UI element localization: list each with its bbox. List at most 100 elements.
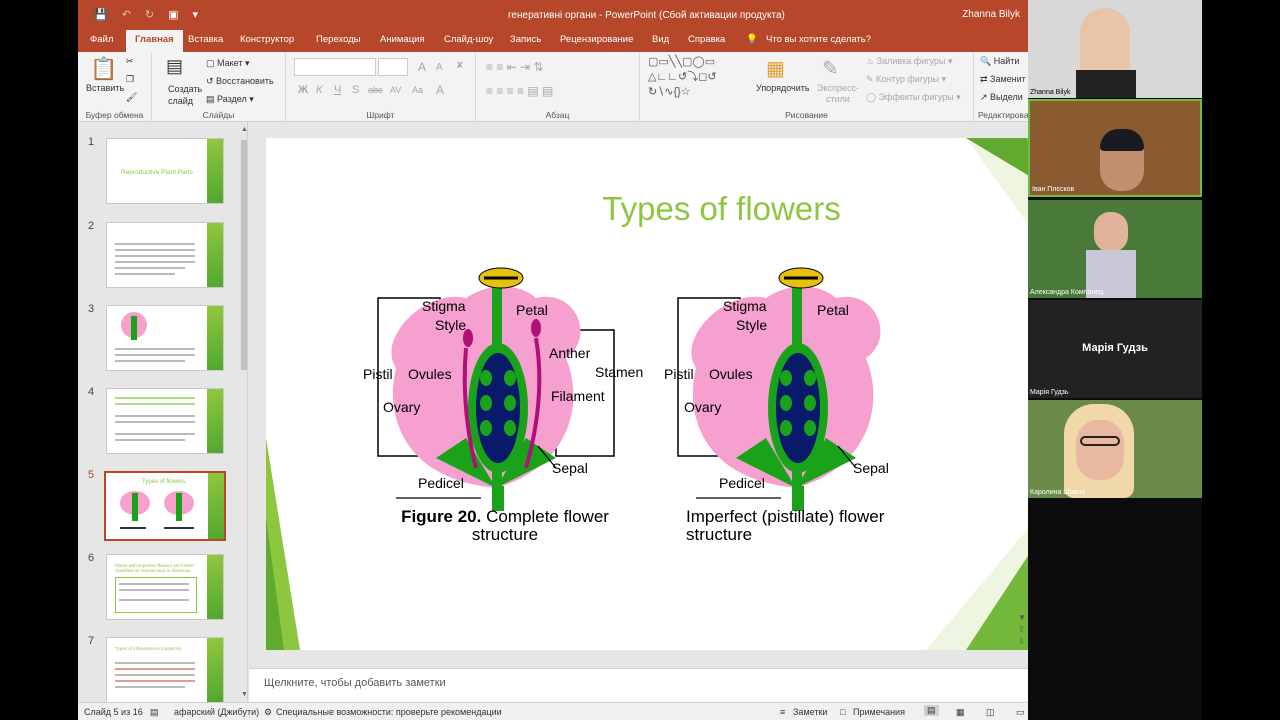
account-user-name[interactable]: Zhanna Bilyk — [962, 9, 1020, 20]
thumb-title: Plants with imperfect flowers are furthe… — [115, 563, 195, 573]
find-label: Найти — [993, 56, 1020, 66]
font-size-input[interactable] — [378, 58, 408, 76]
language-indicator[interactable]: афарский (Джибути) — [174, 707, 259, 717]
scroll-thumb[interactable] — [241, 140, 247, 370]
slide-title[interactable]: Types of flowers — [266, 190, 1028, 228]
slide-thumbnail-1[interactable]: Reproductive Plant Parts — [106, 138, 224, 204]
new-slide-icon[interactable]: ▤ — [166, 56, 183, 77]
customize-qat-icon[interactable]: ▾ — [193, 8, 199, 21]
find-button[interactable]: 🔍 Найти — [980, 56, 1019, 67]
participant-glasses — [1080, 436, 1120, 446]
editor-scroll-controls[interactable]: ▼ ⇧ ⇩ — [1018, 612, 1026, 648]
accessibility-status[interactable]: Специальные возможности: проверьте реком… — [276, 707, 502, 717]
font-name-input[interactable] — [294, 58, 376, 76]
arrange-icon[interactable]: ▦ — [766, 56, 785, 81]
layout-button[interactable]: ▢ Макет ▾ — [206, 58, 250, 69]
bullets-icon[interactable]: ≡ ≡ ⇤ ⇥ ⇅ — [486, 60, 544, 74]
tab-transitions[interactable]: Переходы — [316, 34, 361, 45]
tab-help[interactable]: Справка — [688, 34, 725, 45]
cut-icon[interactable]: ✂ — [126, 56, 134, 67]
reading-view-icon[interactable]: ◫ — [986, 707, 995, 718]
slide-canvas[interactable]: Types of flowers Stigma Style Petal Anth… — [266, 138, 1028, 650]
reset-button[interactable]: ↺ Восстановить — [206, 76, 274, 87]
shape-outline-button[interactable]: ✎ Контур фигуры ▾ — [866, 74, 946, 85]
redo-icon[interactable]: ↻ — [145, 8, 154, 21]
slide-thumbnail-6[interactable]: Plants with imperfect flowers are furthe… — [106, 554, 224, 620]
notes-icon[interactable]: ≡ — [780, 707, 785, 717]
participant-name: Марія Гудзь — [1030, 389, 1069, 396]
paste-icon[interactable]: 📋 — [90, 56, 117, 82]
slide-thumbnail-2[interactable] — [106, 222, 224, 288]
thumb-text-line — [115, 686, 185, 688]
participant-tile[interactable]: Іван Плєсков — [1028, 99, 1202, 197]
paste-button[interactable]: Вставить — [86, 83, 124, 93]
layout-label: Макет — [217, 58, 243, 68]
replace-button[interactable]: ⇄ Заменит — [980, 74, 1026, 85]
tab-slideshow[interactable]: Слайд-шоу — [444, 34, 493, 45]
slide-thumbnail-4[interactable] — [106, 388, 224, 454]
notes-button[interactable]: Заметки — [793, 707, 827, 717]
participant-name: Іван Плєсков — [1032, 186, 1075, 193]
thumb-text-line — [115, 674, 195, 676]
caption-line2: structure — [686, 525, 753, 544]
quick-styles-icon[interactable]: ✎ — [822, 56, 839, 81]
save-icon[interactable]: 💾 — [94, 8, 108, 21]
group-editing: 🔍 Найти ⇄ Заменит ↗ Выдели Редактирова — [974, 52, 1028, 122]
scroll-up-icon[interactable]: ▲ — [241, 126, 248, 133]
new-slide-button[interactable]: Создать слайд — [168, 83, 208, 107]
italic-button[interactable]: К — [316, 84, 322, 96]
tab-animations[interactable]: Анимация — [380, 34, 425, 45]
font-shrink-button[interactable]: A — [436, 62, 443, 73]
tab-file[interactable]: Файл — [90, 34, 113, 45]
participant-tile[interactable]: Zhanna Bilyk — [1028, 0, 1202, 98]
shape-effects-button[interactable]: ◯ Эффекты фигуры ▾ — [866, 92, 961, 103]
slide-thumbnail-5-selected[interactable]: Types of flowers — [104, 471, 226, 541]
notes-pane[interactable]: Щелкните, чтобы добавить заметки — [249, 668, 1028, 702]
spellcheck-icon[interactable]: ▤ — [150, 707, 159, 718]
tab-review[interactable]: Рецензирование — [560, 34, 633, 45]
accessibility-icon[interactable]: ⚙ — [264, 707, 272, 718]
slide-thumbnail-7[interactable]: Types of inflorescence (суцвіття) — [106, 637, 224, 703]
tab-view[interactable]: Вид — [652, 34, 669, 45]
group-label-editing: Редактирова — [978, 110, 1028, 120]
underline-button[interactable]: Ч — [334, 84, 341, 96]
strikethrough-button[interactable]: abc — [368, 85, 383, 95]
slide-thumbnail-3[interactable] — [106, 305, 224, 371]
present-icon[interactable]: ▣ — [168, 8, 178, 21]
shadow-s-button[interactable]: S — [352, 84, 359, 96]
font-grow-button[interactable]: A — [418, 60, 426, 74]
select-button[interactable]: ↗ Выдели — [980, 92, 1023, 103]
thumb-title: Types of flowers — [142, 479, 186, 485]
format-painter-icon[interactable]: 🖌 — [126, 92, 137, 103]
undo-icon[interactable]: ↶ — [122, 8, 131, 21]
tab-record[interactable]: Запись — [510, 34, 541, 45]
normal-view-icon[interactable]: ▤ — [924, 705, 939, 716]
quick-styles-button[interactable]: Экспресс-стили — [816, 83, 860, 105]
shape-fill-button[interactable]: ♨ Заливка фигуры ▾ — [866, 56, 952, 67]
align-icons[interactable]: ≡ ≡ ≡ ≡ ▤ ▤ — [486, 84, 553, 98]
notes-placeholder[interactable]: Щелкните, чтобы добавить заметки — [264, 677, 446, 689]
char-spacing-button[interactable]: AV — [390, 85, 401, 95]
arrange-button[interactable]: Упорядочить — [756, 83, 810, 93]
slide-sorter-icon[interactable]: ▦ — [956, 707, 965, 718]
tab-home[interactable]: Главная — [126, 30, 183, 52]
font-color-button[interactable]: A — [436, 83, 444, 97]
tab-design[interactable]: Конструктор — [240, 34, 294, 45]
section-button[interactable]: ▤ Раздел ▾ — [206, 94, 254, 105]
comments-icon[interactable]: □ — [840, 707, 845, 717]
participant-tile[interactable]: Александра Компанец — [1028, 200, 1202, 298]
comments-button[interactable]: Примечания — [853, 707, 905, 717]
bold-button[interactable]: Ж — [298, 84, 308, 96]
tell-me-search[interactable]: Что вы хотите сделать? — [766, 34, 871, 45]
thumbnail-scrollbar[interactable]: ▲ ▼ — [240, 124, 248, 700]
tab-insert[interactable]: Вставка — [188, 34, 223, 45]
copy-icon[interactable]: ❐ — [126, 74, 134, 85]
change-case-icon[interactable]: Aa — [412, 85, 423, 95]
participant-tile[interactable]: Каролина Шавло — [1028, 400, 1202, 498]
scroll-down-icon[interactable]: ▼ — [241, 691, 248, 698]
slideshow-view-icon[interactable]: ▭ — [1016, 707, 1025, 718]
thumb-text-line — [115, 255, 195, 257]
participant-tile[interactable]: Марія Гудзь Марія Гудзь — [1028, 300, 1202, 398]
shapes-gallery[interactable]: ▢▭╲╲▢◯▭ △∟∟↺⤵◻↺ ↻∖∿{}☆ — [648, 55, 717, 100]
clear-format-icon[interactable]: ✘ — [456, 60, 464, 71]
